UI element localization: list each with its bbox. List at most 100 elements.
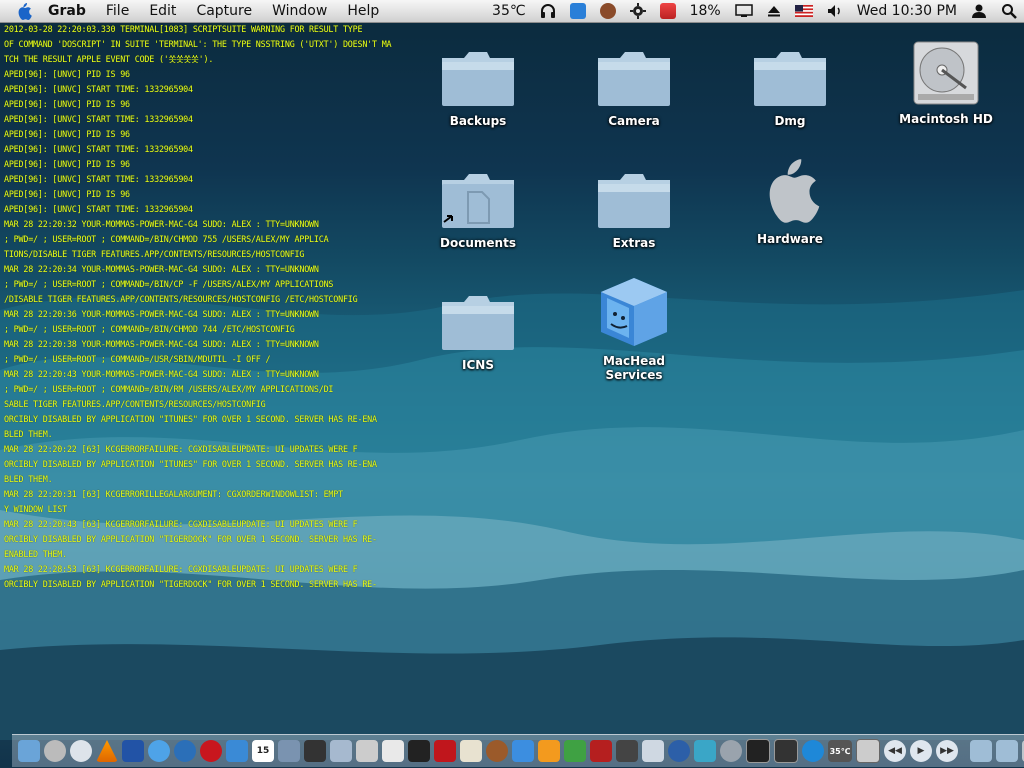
- desktop-icon-label: Documents: [440, 236, 516, 250]
- console-line: OF COMMAND 'DOSCRIPT' IN SUITE 'TERMINAL…: [4, 39, 392, 49]
- dock-powerpoint-icon[interactable]: [538, 740, 560, 762]
- spotlight-search-icon[interactable]: [1001, 3, 1017, 19]
- dock-vlc-icon[interactable]: [96, 740, 118, 762]
- dock-app-icon[interactable]: [616, 740, 638, 762]
- app-menu-icon[interactable]: [599, 3, 616, 19]
- dock-clapper-icon[interactable]: [408, 740, 430, 762]
- dock-mail-icon[interactable]: [226, 740, 248, 762]
- dock-opera-icon[interactable]: [200, 740, 222, 762]
- dock-folder-icon[interactable]: [970, 740, 992, 762]
- dock-system-preferences-icon[interactable]: [70, 740, 92, 762]
- desktop-icon-label: Backups: [449, 114, 507, 128]
- menu-app-grab[interactable]: Grab: [48, 0, 96, 22]
- dock-app-icon[interactable]: [694, 740, 716, 762]
- fast-forward-icon[interactable]: ▶▶: [936, 740, 958, 762]
- desktop-icon-extras[interactable]: Extras: [574, 160, 694, 250]
- desktop-icon-label: Camera: [608, 114, 660, 128]
- console-line: 2012-03-28 22:20:03.330 TERMINAL[1083] S…: [4, 24, 363, 34]
- console-line: APED[96]: [UNVC] START TIME: 1332965904: [4, 114, 193, 124]
- dock-terminal-icon[interactable]: [746, 739, 770, 763]
- dock-ical-icon[interactable]: 15: [252, 740, 274, 762]
- console-line: SABLE TIGER FEATURES.APP/CONTENTS/RESOUR…: [4, 399, 266, 409]
- eject-icon[interactable]: [767, 4, 781, 18]
- dock-dashboard-icon[interactable]: [44, 740, 66, 762]
- dock-app-icon[interactable]: [856, 739, 880, 763]
- desktop-icon-label: Macintosh HD: [899, 112, 993, 126]
- console-line: MAR 28 22:20:32 YOUR-MOMMAS-POWER-MAC-G4…: [4, 219, 319, 229]
- console-line: MAR 28 22:20:38 YOUR-MOMMAS-POWER-MAC-G4…: [4, 339, 319, 349]
- folder-icon: [438, 282, 518, 352]
- dock-console-icon[interactable]: [774, 739, 798, 763]
- menu-window[interactable]: Window: [262, 0, 337, 22]
- console-line: TCH THE RESULT APPLE EVENT CODE ('쏫쏫쏫쏫')…: [4, 54, 214, 64]
- hard-drive-icon: [906, 36, 986, 106]
- desktop-icon-hardware[interactable]: Hardware: [730, 156, 850, 246]
- desktop-icon-label: Extras: [612, 236, 656, 250]
- console-line: ; PWD=/ ; USER=ROOT ; COMMAND=/BIN/RM /U…: [4, 384, 334, 394]
- dock-camera-icon[interactable]: [304, 740, 326, 762]
- dock-preview-icon[interactable]: [330, 740, 352, 762]
- dock-excel-icon[interactable]: [564, 740, 586, 762]
- headphones-icon[interactable]: [540, 3, 556, 19]
- console-line: BLED THEM.: [4, 474, 53, 484]
- console-line: TIONS/DISABLE TIGER FEATURES.APP/CONTENT…: [4, 249, 305, 259]
- battery-percentage[interactable]: 18%: [690, 3, 721, 19]
- dock-word-icon[interactable]: [512, 740, 534, 762]
- dock-safari-icon[interactable]: [148, 740, 170, 762]
- display-mirroring-icon[interactable]: [734, 4, 753, 18]
- console-line: MAR 28 22:28:53 [63] KCGERRORFAILURE: CG…: [4, 564, 358, 574]
- console-line: APED[96]: [UNVC] PID IS 96: [4, 159, 130, 169]
- menubar-clock[interactable]: Wed 10:30 PM: [857, 3, 957, 19]
- gear-icon[interactable]: [629, 3, 646, 19]
- dock-app-icon[interactable]: [642, 740, 664, 762]
- desktop-icon-icns[interactable]: ICNS: [418, 282, 538, 372]
- menu-help[interactable]: Help: [337, 0, 389, 22]
- console-line: MAR 28 22:20:22 [63] KCGERRORFAILURE: CG…: [4, 444, 358, 454]
- desktop-icon-camera[interactable]: Camera: [574, 38, 694, 128]
- console-line: MAR 28 22:20:43 YOUR-MOMMAS-POWER-MAC-G4…: [4, 369, 319, 379]
- menu-bar: Grab File Edit Capture Window Help 35℃ 1…: [0, 0, 1024, 23]
- console-line: ; PWD=/ ; USER=ROOT ; COMMAND=/BIN/CHMOD…: [4, 324, 295, 334]
- desktop-icon-label: Dmg: [774, 114, 806, 128]
- console-line: APED[96]: [UNVC] PID IS 96: [4, 69, 130, 79]
- desktop-icon-backups[interactable]: Backups: [418, 38, 538, 128]
- dock-app-icon[interactable]: [486, 740, 508, 762]
- desktop-icon-machead-services[interactable]: MacHead Services: [574, 278, 694, 382]
- dock-iphoto-icon[interactable]: [278, 740, 300, 762]
- menu-capture[interactable]: Capture: [186, 0, 262, 22]
- desktop-icon-dmg[interactable]: Dmg: [730, 38, 850, 128]
- console-line: ; PWD=/ ; USER=ROOT ; COMMAND=/USR/SBIN/…: [4, 354, 271, 364]
- dock-grab-icon[interactable]: [356, 740, 378, 762]
- network-monitor-icon[interactable]: [659, 3, 676, 19]
- dock-teamviewer-icon[interactable]: [802, 740, 824, 762]
- teamviewer-menu-icon[interactable]: [569, 3, 586, 19]
- console-line: APED[96]: [UNVC] PID IS 96: [4, 99, 130, 109]
- user-icon[interactable]: [971, 3, 987, 19]
- menu-edit[interactable]: Edit: [139, 0, 186, 22]
- dock-finder-icon[interactable]: [18, 740, 40, 762]
- dock-dictionary-icon[interactable]: [590, 740, 612, 762]
- rewind-icon[interactable]: ◀◀: [884, 740, 906, 762]
- dock-textedit-icon[interactable]: [460, 740, 482, 762]
- volume-icon[interactable]: [827, 4, 843, 18]
- dock-home-icon[interactable]: [668, 740, 690, 762]
- desktop-icon-macintosh-hd[interactable]: Macintosh HD: [886, 36, 1006, 126]
- dock-browser-icon[interactable]: [174, 740, 196, 762]
- apple-menu-icon[interactable]: [14, 1, 34, 21]
- folder-icon: [594, 160, 674, 230]
- play-icon[interactable]: ▶: [910, 740, 932, 762]
- folder-icon: [438, 38, 518, 108]
- us-flag-input-icon[interactable]: [794, 5, 813, 17]
- dock-gears-icon[interactable]: [720, 740, 742, 762]
- dock-app-icon[interactable]: [382, 740, 404, 762]
- desktop-icon-documents[interactable]: Documents: [418, 160, 538, 250]
- menu-file[interactable]: File: [96, 0, 139, 22]
- console-line: ORCIBLY DISABLED BY APPLICATION "TIGERDO…: [4, 579, 377, 589]
- dock-temperature-monitor[interactable]: 35℃: [828, 740, 852, 762]
- dock-app-icon[interactable]: [122, 740, 144, 762]
- console-line: ENABLED THEM.: [4, 549, 67, 559]
- console-line: ORCIBLY DISABLED BY APPLICATION "ITUNES"…: [4, 414, 377, 424]
- dock-acrobat-icon[interactable]: [434, 740, 456, 762]
- menubar-temperature[interactable]: 35℃: [492, 3, 526, 19]
- dock-applications-folder-icon[interactable]: [996, 740, 1018, 762]
